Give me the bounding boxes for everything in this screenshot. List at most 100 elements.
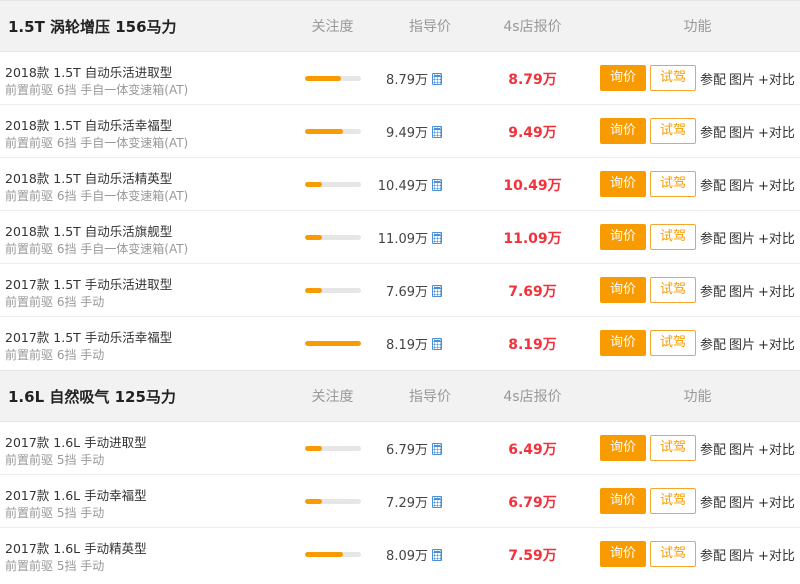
dealer-price[interactable]: 8.79万: [480, 69, 585, 89]
dealer-price[interactable]: 8.19万: [480, 334, 585, 354]
focus-bar: [305, 288, 361, 293]
focus-bar-fill: [305, 499, 322, 504]
model-spec: 前置前驱 5挡 手动: [5, 453, 105, 467]
inquiry-button[interactable]: 询价: [600, 488, 646, 514]
calculator-icon[interactable]: [432, 548, 442, 561]
model-name-link[interactable]: 2017款 1.6L 手动精英型: [5, 538, 147, 557]
column-header-dealer-price: 4s店报价: [503, 19, 562, 35]
inquiry-button[interactable]: 询价: [600, 541, 646, 567]
model-name-link[interactable]: 2017款 1.5T 手动乐活进取型: [5, 274, 172, 293]
model-name-link[interactable]: 2018款 1.5T 自动乐活旗舰型: [5, 221, 172, 240]
calculator-icon[interactable]: [432, 72, 442, 85]
model-name-link[interactable]: 2017款 1.6L 手动进取型: [5, 432, 147, 451]
pictures-link[interactable]: 图片: [729, 338, 755, 353]
engine-section: 1.6L 自然吸气 125马力 关注度 指导价 4s店报价 功能 2017款 1…: [0, 370, 800, 581]
function-links: 参配 图片 +对比: [700, 122, 798, 141]
pictures-link[interactable]: 图片: [729, 443, 755, 458]
dealer-price[interactable]: 10.49万: [480, 175, 585, 195]
compare-link[interactable]: +对比: [758, 126, 795, 141]
engine-title: 1.6L 自然吸气 125马力: [8, 388, 176, 406]
test-drive-button[interactable]: 试驾: [650, 277, 696, 303]
inquiry-button[interactable]: 询价: [600, 171, 646, 197]
compare-link[interactable]: +对比: [758, 179, 795, 194]
test-drive-button[interactable]: 试驾: [650, 118, 696, 144]
calculator-icon[interactable]: [432, 178, 442, 191]
inquiry-button[interactable]: 询价: [600, 277, 646, 303]
pictures-link[interactable]: 图片: [729, 73, 755, 88]
column-header-function: 功能: [683, 19, 712, 35]
model-name-link[interactable]: 2018款 1.5T 自动乐活精英型: [5, 168, 172, 187]
config-link[interactable]: 参配: [700, 126, 726, 141]
compare-link[interactable]: +对比: [758, 549, 795, 564]
pictures-link[interactable]: 图片: [729, 285, 755, 300]
dealer-price[interactable]: 7.59万: [480, 545, 585, 565]
test-drive-button[interactable]: 试驾: [650, 488, 696, 514]
pictures-link[interactable]: 图片: [729, 549, 755, 564]
model-name-link[interactable]: 2017款 1.5T 手动乐活幸福型: [5, 327, 172, 346]
inquiry-button[interactable]: 询价: [600, 224, 646, 250]
dealer-price[interactable]: 11.09万: [480, 228, 585, 248]
inquiry-button[interactable]: 询价: [600, 65, 646, 91]
dealer-price[interactable]: 9.49万: [480, 122, 585, 142]
test-drive-button[interactable]: 试驾: [650, 171, 696, 197]
config-link[interactable]: 参配: [700, 338, 726, 353]
compare-link[interactable]: +对比: [758, 443, 795, 458]
pictures-link[interactable]: 图片: [729, 126, 755, 141]
config-link[interactable]: 参配: [700, 232, 726, 247]
guide-price: 6.79万: [386, 443, 428, 458]
model-price-list: 1.5T 涡轮增压 156马力 关注度 指导价 4s店报价 功能 2018款 1…: [0, 0, 800, 581]
inquiry-button[interactable]: 询价: [600, 435, 646, 461]
guide-price-cell: 8.09万: [386, 545, 442, 564]
config-link[interactable]: 参配: [700, 443, 726, 458]
guide-price-cell: 7.29万: [386, 492, 442, 511]
model-row: 2017款 1.6L 手动进取型 前置前驱 5挡 手动 6.79万 6.49万 …: [0, 422, 800, 475]
calculator-icon[interactable]: [432, 284, 442, 297]
model-name-link[interactable]: 2017款 1.6L 手动幸福型: [5, 485, 147, 504]
focus-bar: [305, 235, 361, 240]
dealer-price[interactable]: 6.49万: [480, 439, 585, 459]
config-link[interactable]: 参配: [700, 549, 726, 564]
compare-link[interactable]: +对比: [758, 285, 795, 300]
compare-link[interactable]: +对比: [758, 496, 795, 511]
test-drive-button[interactable]: 试驾: [650, 541, 696, 567]
focus-bar: [305, 182, 361, 187]
inquiry-button[interactable]: 询价: [600, 118, 646, 144]
function-links: 参配 图片 +对比: [700, 69, 798, 88]
focus-bar: [305, 76, 361, 81]
config-link[interactable]: 参配: [700, 285, 726, 300]
compare-link[interactable]: +对比: [758, 232, 795, 247]
config-link[interactable]: 参配: [700, 179, 726, 194]
compare-link[interactable]: +对比: [758, 73, 795, 88]
config-link[interactable]: 参配: [700, 496, 726, 511]
test-drive-button[interactable]: 试驾: [650, 435, 696, 461]
model-name-link[interactable]: 2018款 1.5T 自动乐活幸福型: [5, 115, 172, 134]
compare-link[interactable]: +对比: [758, 338, 795, 353]
model-row: 2018款 1.5T 自动乐活幸福型 前置前驱 6挡 手自一体变速箱(AT) 9…: [0, 105, 800, 158]
model-row: 2017款 1.5T 手动乐活幸福型 前置前驱 6挡 手动 8.19万 8.19…: [0, 317, 800, 370]
calculator-icon[interactable]: [432, 337, 442, 350]
model-rows: 2018款 1.5T 自动乐活进取型 前置前驱 6挡 手自一体变速箱(AT) 8…: [0, 52, 800, 370]
calculator-icon[interactable]: [432, 125, 442, 138]
focus-bar: [305, 446, 361, 451]
calculator-icon[interactable]: [432, 442, 442, 455]
config-link[interactable]: 参配: [700, 73, 726, 88]
pictures-link[interactable]: 图片: [729, 179, 755, 194]
dealer-price[interactable]: 6.79万: [480, 492, 585, 512]
calculator-icon[interactable]: [432, 495, 442, 508]
pictures-link[interactable]: 图片: [729, 232, 755, 247]
test-drive-button[interactable]: 试驾: [650, 330, 696, 356]
test-drive-button[interactable]: 试驾: [650, 65, 696, 91]
guide-price-cell: 10.49万: [378, 175, 442, 194]
focus-bar-fill: [305, 341, 361, 346]
test-drive-button[interactable]: 试驾: [650, 224, 696, 250]
guide-price-cell: 9.49万: [386, 122, 442, 141]
focus-bar: [305, 552, 361, 557]
pictures-link[interactable]: 图片: [729, 496, 755, 511]
focus-bar-fill: [305, 446, 322, 451]
inquiry-button[interactable]: 询价: [600, 330, 646, 356]
focus-bar-fill: [305, 129, 343, 134]
focus-bar: [305, 499, 361, 504]
model-name-link[interactable]: 2018款 1.5T 自动乐活进取型: [5, 62, 172, 81]
dealer-price[interactable]: 7.69万: [480, 281, 585, 301]
calculator-icon[interactable]: [432, 231, 442, 244]
